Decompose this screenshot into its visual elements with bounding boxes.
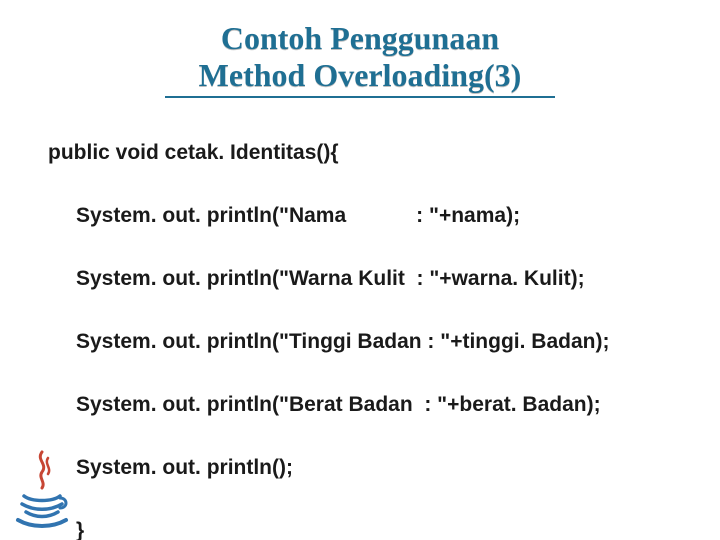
code-line: System. out. println("Tinggi Badan : "+t… (48, 326, 672, 358)
code-line: } (48, 515, 672, 540)
java-logo-icon (12, 448, 72, 528)
slide: Contoh Penggunaan Method Overloading(3) … (0, 0, 720, 540)
title-line-2: Method Overloading(3) (165, 57, 555, 98)
code-line: System. out. println("Warna Kulit : "+wa… (48, 263, 672, 295)
code-line: System. out. println("Berat Badan : "+be… (48, 389, 672, 421)
code-line: System. out. println(); (48, 452, 672, 484)
title-line-1: Contoh Penggunaan (221, 20, 499, 56)
code-line: public void cetak. Identitas(){ (48, 137, 672, 169)
slide-title: Contoh Penggunaan Method Overloading(3) (0, 20, 720, 98)
code-line: System. out. println("Nama : "+nama); (48, 200, 672, 232)
code-block: public void cetak. Identitas(){ System. … (48, 105, 672, 540)
